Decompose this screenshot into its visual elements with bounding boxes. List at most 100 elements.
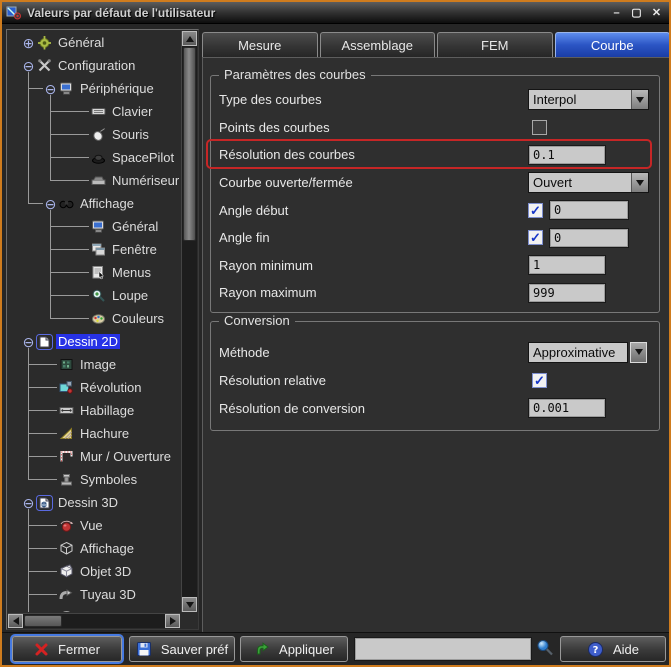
field-control: ✓0 <box>528 228 629 248</box>
tree-item-affichage[interactable]: ⊖Affichage <box>8 192 180 215</box>
save-disk-icon <box>136 641 152 657</box>
mouse-icon <box>90 127 107 143</box>
points-des-courbes-checkbox[interactable] <box>532 120 547 135</box>
tree-item-general[interactable]: Général <box>8 215 180 238</box>
sauver-pref-button[interactable]: Sauver préf <box>129 636 235 662</box>
computer-icon <box>58 81 75 97</box>
tree-item-peripherique[interactable]: ⊖Périphérique <box>8 77 180 100</box>
appliquer-button[interactable]: Appliquer <box>240 636 348 662</box>
tree-item-partial[interactable] <box>8 606 180 612</box>
expand-icon[interactable]: ⊕ <box>21 36 36 50</box>
tree-item-dessin-2d[interactable]: ⊖Dessin 2D <box>8 330 180 353</box>
tree-item-dessin-3d[interactable]: ⊖Dessin 3D <box>8 491 180 514</box>
form-row-type-des-courbes: Type des courbes Interpol <box>211 86 659 114</box>
tree-item-vue[interactable]: Vue <box>8 514 180 537</box>
quick-search-input[interactable] <box>354 637 532 661</box>
tree-item-fenetre[interactable]: Fenêtre <box>8 238 180 261</box>
app-icon <box>6 5 22 21</box>
tree-item-clavier[interactable]: Clavier <box>8 100 180 123</box>
resolution-relative-checkbox[interactable]: ✓ <box>532 373 547 388</box>
courbe-ouverte-fermee-dropdown[interactable]: Ouvert <box>528 172 649 193</box>
rayon-minimum-input[interactable]: 1 <box>528 255 606 275</box>
horizontal-scroll-thumb[interactable] <box>24 615 62 627</box>
collapse-icon[interactable]: ⊖ <box>21 59 36 73</box>
tree-item-general[interactable]: ⊕Général <box>8 31 180 54</box>
tree-item-souris[interactable]: Souris <box>8 123 180 146</box>
chevron-down-icon[interactable] <box>631 173 648 192</box>
window-title: Valeurs par défaut de l'utilisateur <box>27 6 605 20</box>
tree-item-symboles[interactable]: Symboles <box>8 468 180 491</box>
tab-mesure[interactable]: Mesure <box>202 32 318 57</box>
vertical-scroll-thumb[interactable] <box>183 47 196 241</box>
tree-item-loupe[interactable]: Loupe <box>8 284 180 307</box>
field-label: Courbe ouverte/fermée <box>211 175 353 190</box>
angle-fin-input[interactable]: 0 <box>549 228 629 248</box>
close-button[interactable]: ✕ <box>648 5 665 20</box>
triangle-up-icon <box>186 36 194 42</box>
tree-item-revolution[interactable]: Révolution <box>8 376 180 399</box>
maximize-button[interactable]: ▢ <box>628 5 645 20</box>
tree-item-habillage[interactable]: Habillage <box>8 399 180 422</box>
resolution-des-courbes-input[interactable]: 0.1 <box>528 145 606 165</box>
type-des-courbes-dropdown[interactable]: Interpol <box>528 89 649 110</box>
tree-item-spacepilot[interactable]: SpacePilot <box>8 146 180 169</box>
palette-icon <box>90 311 107 327</box>
tree-item-objet-3d[interactable]: Objet 3D <box>8 560 180 583</box>
titlebar[interactable]: Valeurs par défaut de l'utilisateur –▢✕ <box>2 2 669 24</box>
field-control: Interpol <box>528 89 649 110</box>
resolution-de-conversion-input[interactable]: 0.001 <box>528 398 606 418</box>
search-icon[interactable] <box>535 638 555 663</box>
tree-item-mur-ouverture[interactable]: Mur / Ouverture <box>8 445 180 468</box>
collapse-icon[interactable]: ⊖ <box>43 82 58 96</box>
button-label: Fermer <box>58 642 100 657</box>
field-control: ✓ <box>528 373 547 388</box>
angle-debut-input[interactable]: 0 <box>549 200 629 220</box>
scroll-down-button[interactable] <box>182 597 197 612</box>
chevron-down-icon[interactable] <box>630 342 647 363</box>
fermer-button[interactable]: Fermer <box>12 636 122 662</box>
field-control: 0.001 <box>528 398 606 418</box>
angle-fin-checkbox[interactable]: ✓ <box>528 230 543 245</box>
chevron-down-icon[interactable] <box>631 90 648 109</box>
form-row-angle-debut: Angle début✓0 <box>211 196 659 224</box>
minimize-button[interactable]: – <box>608 5 625 20</box>
tree-item-label: Loupe <box>110 288 150 303</box>
tab-fem[interactable]: FEM <box>437 32 553 57</box>
scroll-right-button[interactable] <box>165 614 180 628</box>
tab-assemblage[interactable]: Assemblage <box>320 32 436 57</box>
computer-icon <box>90 219 107 235</box>
scroll-left-button[interactable] <box>8 614 23 628</box>
close-x-icon <box>34 642 49 657</box>
tree-item-hachure[interactable]: Hachure <box>8 422 180 445</box>
collapse-icon[interactable]: ⊖ <box>21 496 36 510</box>
angle-debut-checkbox[interactable]: ✓ <box>528 203 543 218</box>
tab-courbe[interactable]: Courbe <box>555 32 671 57</box>
tree-item-image[interactable]: Image <box>8 353 180 376</box>
tree-item-affichage[interactable]: Affichage <box>8 537 180 560</box>
collapse-icon[interactable]: ⊖ <box>21 335 36 349</box>
methode-dropdown[interactable]: Approximative <box>528 342 647 363</box>
field-label: Points des courbes <box>211 120 330 135</box>
loupe-icon <box>90 288 107 304</box>
rayon-maximum-input[interactable]: 999 <box>528 283 606 303</box>
tree-item-label: Vue <box>78 518 105 533</box>
tree-item-label: Souris <box>110 127 151 142</box>
tree-item-configuration[interactable]: ⊖Configuration <box>8 54 180 77</box>
tree-item-numeriseur[interactable]: Numériseur <box>8 169 180 192</box>
tree-item-tuyau-3d[interactable]: Tuyau 3D <box>8 583 180 606</box>
image-icon <box>58 357 75 373</box>
scroll-up-button[interactable] <box>182 31 197 46</box>
tree-item-menus[interactable]: Menus <box>8 261 180 284</box>
form-row-points-des-courbes: Points des courbes <box>211 114 659 142</box>
field-label: Type des courbes <box>211 92 322 107</box>
tree-horizontal-scrollbar[interactable] <box>8 613 180 628</box>
preferences-dialog: Valeurs par défaut de l'utilisateur –▢✕ … <box>0 0 671 667</box>
tab-content-panel: Paramètres des courbesType des courbesIn… <box>202 57 670 634</box>
collapse-icon[interactable]: ⊖ <box>43 197 58 211</box>
tree-item-label: Affichage <box>78 541 136 556</box>
svg-text:?: ? <box>593 645 599 656</box>
tree-item-couleurs[interactable]: Couleurs <box>8 307 180 330</box>
tree-vertical-scrollbar[interactable] <box>181 31 197 612</box>
apply-arrow-icon <box>254 641 270 657</box>
aide-button[interactable]: ?Aide <box>560 636 666 662</box>
